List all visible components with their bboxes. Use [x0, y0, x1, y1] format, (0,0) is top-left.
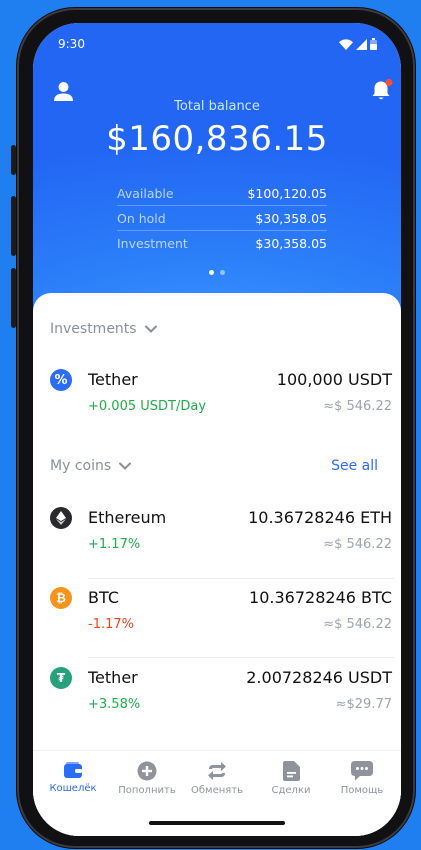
- status-icons: [339, 38, 377, 50]
- balance-row-label: On hold: [117, 210, 166, 226]
- coin-fiat-value: ≈$29.77: [335, 697, 392, 712]
- swap-arrows-icon: [208, 762, 226, 780]
- phone-volume-down-button: [11, 268, 16, 328]
- balance-row-label: Available: [117, 185, 174, 201]
- balance-row-value: $30,358.05: [255, 236, 327, 251]
- balance-row-label: Investment: [117, 236, 188, 251]
- coin-item-tether[interactable]: ₮ Tether 2.00728246 USDT +3.58% ≈$29.77: [50, 667, 392, 729]
- balance-header: 9:30 Total balance $160,836.15 Available…: [33, 23, 401, 313]
- total-balance-label: Total balance: [174, 99, 260, 114]
- phone-screen: 9:30 Total balance $160,836.15 Available…: [33, 23, 401, 836]
- coin-amount: 10.36728246 BTC: [249, 588, 392, 607]
- tab-label: Помощь: [340, 785, 384, 796]
- balance-row-available: Available $100,120.05: [117, 181, 327, 206]
- signal-icon: [356, 38, 367, 50]
- chat-bubble-icon: [351, 761, 373, 781]
- coin-fiat-value: ≈$ 546.22: [323, 537, 392, 552]
- chevron-down-icon: [144, 325, 157, 333]
- row-divider: [88, 578, 394, 579]
- page-dot[interactable]: [220, 270, 225, 275]
- page-indicator[interactable]: [33, 270, 401, 275]
- document-icon: [282, 761, 300, 781]
- tether-icon: ₮: [50, 667, 72, 689]
- tab-label: Пополнить: [118, 785, 176, 796]
- coin-name: Ethereum: [88, 508, 167, 527]
- phone-mute-switch: [11, 145, 16, 175]
- bitcoin-icon: ₿: [50, 587, 72, 609]
- phone-volume-up-button: [11, 196, 16, 256]
- balance-row-on-hold: On hold $30,358.05: [117, 206, 327, 231]
- total-balance-value: $160,836.15: [106, 119, 328, 159]
- coin-change: +1.17%: [88, 537, 141, 552]
- coin-amount: 2.00728246 USDT: [246, 668, 392, 687]
- tab-deposit[interactable]: Пополнить: [110, 761, 184, 796]
- tab-label: Кошелёк: [49, 783, 97, 794]
- investment-item-tether[interactable]: % Tether 100,000 USDT +0.005 USDT/Day ≈$…: [50, 369, 392, 431]
- tab-deals[interactable]: Сделки: [254, 761, 328, 796]
- coin-name: BTC: [88, 588, 119, 607]
- coin-item-btc[interactable]: ₿ BTC 10.36728246 BTC -1.17% ≈$ 546.22: [50, 587, 392, 649]
- tab-help[interactable]: Помощь: [325, 761, 399, 796]
- tab-label: Обменять: [190, 785, 243, 796]
- coin-fiat-value: ≈$ 546.22: [323, 617, 392, 632]
- balance-row-value: $30,358.05: [255, 210, 327, 226]
- coin-amount: 100,000 USDT: [276, 370, 392, 389]
- coin-item-ethereum[interactable]: Ethereum 10.36728246 ETH +1.17% ≈$ 546.2…: [50, 507, 392, 569]
- investments-title: Investments: [50, 321, 137, 337]
- investments-header[interactable]: Investments: [50, 321, 157, 337]
- my-coins-header[interactable]: My coins: [50, 458, 132, 474]
- coin-change: +0.005 USDT/Day: [88, 399, 207, 414]
- tab-exchange[interactable]: Обменять: [180, 761, 254, 796]
- battery-icon: [370, 38, 377, 50]
- ethereum-icon: [50, 507, 72, 529]
- wifi-icon: [339, 38, 353, 50]
- my-coins-title: My coins: [50, 458, 112, 474]
- balance-row-investment: Investment $30,358.05: [117, 231, 327, 256]
- tab-wallet[interactable]: Кошелёк: [36, 761, 110, 794]
- percent-icon: %: [50, 369, 72, 391]
- coin-name: Tether: [88, 668, 138, 687]
- tab-label: Сделки: [271, 785, 311, 796]
- row-divider: [88, 657, 394, 658]
- coin-amount: 10.36728246 ETH: [248, 508, 392, 527]
- balance-breakdown: Available $100,120.05 On hold $30,358.05…: [117, 181, 327, 256]
- status-time: 9:30: [58, 37, 85, 51]
- coin-change: +3.58%: [88, 697, 141, 712]
- home-indicator[interactable]: [149, 821, 285, 825]
- coin-name: Tether: [88, 370, 138, 389]
- balance-row-value: $100,120.05: [247, 185, 327, 201]
- chevron-down-icon: [119, 462, 132, 470]
- plus-circle-icon: [137, 761, 157, 781]
- coin-change: -1.17%: [88, 617, 134, 632]
- coin-fiat-value: ≈$ 546.22: [323, 399, 392, 414]
- page-dot-active[interactable]: [209, 270, 214, 275]
- see-all-link[interactable]: See all: [331, 458, 378, 474]
- wallet-icon: [64, 762, 82, 778]
